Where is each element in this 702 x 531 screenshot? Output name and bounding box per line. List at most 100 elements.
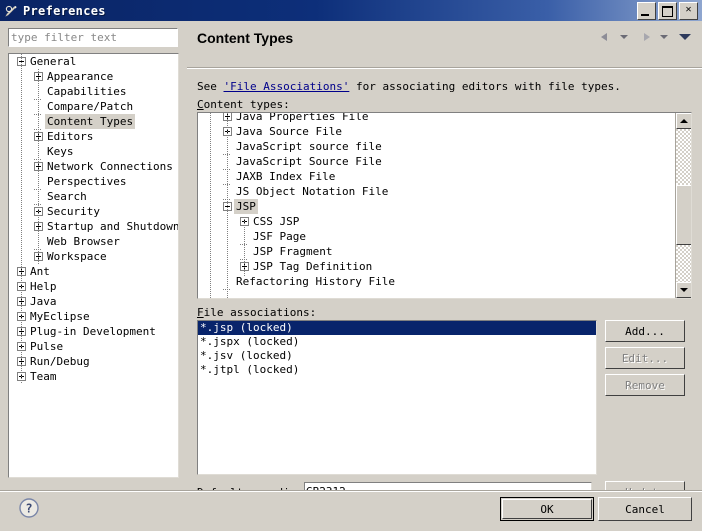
forward-arrow-icon[interactable] [638,29,654,45]
ok-button[interactable]: OK [500,497,594,521]
help-question-icon[interactable]: ? [18,497,40,519]
maximize-button[interactable] [658,1,677,20]
sidebar-tree-item-label: Workspace [47,250,107,263]
sidebar-tree-item-label: Help [30,280,57,293]
back-history-chevron-down-icon[interactable] [618,29,634,45]
sidebar-tree-item-label: Keys [47,145,74,158]
sidebar-tree-item[interactable]: General [9,54,178,69]
sidebar-tree-item[interactable]: MyEclipse [9,309,178,324]
content-type-item-label: JSP [234,199,258,214]
scroll-down-arrow-icon[interactable] [676,282,691,298]
view-menu-chevron-down-icon[interactable] [678,29,694,45]
content-types-label-rest: ontent types: [203,98,290,111]
content-type-item-label: JS Object Notation File [236,185,389,198]
cancel-button[interactable]: Cancel [598,497,692,521]
sidebar-tree-item[interactable]: Content Types [9,114,178,130]
content-type-item-label: Refactoring History File [236,275,395,288]
content-type-item[interactable]: JavaScript Source File [198,154,675,170]
sidebar-tree-item[interactable]: Compare/Patch [9,99,178,115]
sidebar-tree-item[interactable]: Appearance [9,69,178,84]
sidebar-tree-item[interactable]: Help [9,279,178,294]
content-type-item[interactable]: JavaScript source file [198,139,675,155]
sidebar-tree-item-label: Plug-in Development [30,325,156,338]
search-input[interactable] [9,29,177,46]
forward-history-chevron-down-icon[interactable] [658,29,674,45]
page-description: See 'File Associations' for associating … [197,80,621,93]
file-associations-link[interactable]: 'File Associations' [224,80,350,93]
sidebar-tree-item[interactable]: Web Browser [9,234,178,250]
file-associations-list[interactable]: *.jsp (locked) *.jspx (locked) *.jsv (lock… [197,320,597,475]
filter-input-wrapper[interactable] [8,28,178,47]
content-type-item[interactable]: JAXB Index File [198,169,675,185]
sidebar-tree-item-label: Java [30,295,57,308]
content-type-item-label: JavaScript Source File [236,155,382,168]
content-type-item[interactable]: JS Object Notation File [198,184,675,200]
sidebar-tree-item[interactable]: Search [9,189,178,205]
content-type-item[interactable]: JSF Page [198,229,675,245]
sidebar-tree-item-label: Appearance [47,70,114,83]
content-type-item[interactable]: Java Source File [198,124,675,139]
sidebar-tree-item[interactable]: Keys [9,144,178,160]
file-association-row[interactable]: *.jtpl (locked) [198,363,596,377]
content-types-tree[interactable]: Java Properties File Java Source File Java… [197,112,692,299]
description-prefix: See [197,80,224,93]
back-arrow-icon[interactable] [598,29,614,45]
preferences-tree-list: General Appearance Capabilities Compare/Pat… [9,54,178,384]
sidebar-tree-item-label: Network Connections [47,160,173,173]
sidebar-tree-item[interactable]: Perspectives [9,174,178,190]
sidebar-tree-item-label: Security [47,205,100,218]
sidebar-tree-item[interactable]: Network Connections [9,159,178,174]
window-title: Preferences [23,3,106,18]
content-types-list: Java Properties File Java Source File Java… [198,112,675,290]
sidebar-tree-item-label: Capabilities [47,85,127,98]
content-type-item[interactable]: Java Properties File [198,112,675,124]
sidebar-tree-item[interactable]: Pulse [9,339,178,354]
add-button[interactable]: Add... [605,320,685,342]
content-type-item-label: JavaScript source file [236,140,382,153]
window-titlebar[interactable]: Preferences ✕ [0,0,702,21]
content-type-item-label: JSP Tag Definition [253,260,373,273]
sidebar-tree-item[interactable]: Run/Debug [9,354,178,369]
sidebar-tree-item[interactable]: Workspace [9,249,178,264]
content-types-scrollbar[interactable] [675,113,691,298]
file-associations-label-rest: ile associations: [203,306,317,319]
content-type-item-label: Java Properties File [236,112,369,123]
file-association-row[interactable]: *.jsv (locked) [198,349,596,363]
sidebar-tree-item[interactable]: Startup and Shutdown [9,219,178,234]
remove-button: Remove [605,374,685,396]
window-controls: ✕ [637,1,698,20]
scrollbar-thumb[interactable] [676,185,691,245]
file-associations-label: File associations: [197,306,316,319]
sidebar-tree-item[interactable]: Team [9,369,178,384]
file-association-row[interactable]: *.jsp (locked) [198,321,596,335]
content-type-item[interactable]: CSS JSP [198,214,675,229]
content-type-item-label: JAXB Index File [236,170,336,183]
sidebar-tree-item[interactable]: Plug-in Development [9,324,178,339]
edit-button: Edit... [605,347,685,369]
ok-button-label: OK [502,499,592,519]
minimize-button[interactable] [637,1,656,20]
preferences-tree[interactable]: General Appearance Capabilities Compare/Pat… [8,53,179,478]
sidebar-tree-item[interactable]: Capabilities [9,84,178,100]
description-suffix: for associating editors with file types. [349,80,621,93]
file-associations-label-mnemonic: F [197,306,204,319]
tree-guide-line [210,113,211,298]
scroll-up-arrow-icon[interactable] [676,113,691,129]
file-association-row[interactable]: *.jspx (locked) [198,335,596,349]
sidebar-tree-item-label: Editors [47,130,94,143]
scrollbar-track[interactable] [676,129,691,282]
content-type-item[interactable]: JSP Tag Definition [198,259,675,274]
tree-guide-line [227,113,228,298]
sidebar-tree-item[interactable]: Security [9,204,178,219]
sidebar-tree-item-label: Perspectives [47,175,127,188]
sidebar-tree-item-label: Team [30,370,57,383]
sidebar-tree-item[interactable]: Java [9,294,178,309]
content-type-item[interactable]: JSP Fragment [198,244,675,260]
sidebar-tree-item[interactable]: Ant [9,264,178,279]
sidebar-tree-item[interactable]: Editors [9,129,178,144]
content-type-item[interactable]: Refactoring History File [198,274,675,290]
content-type-item[interactable]: JSP [198,199,675,214]
close-button[interactable]: ✕ [679,1,698,20]
svg-text:?: ? [25,502,32,516]
content-types-label: Content types: [197,98,290,111]
